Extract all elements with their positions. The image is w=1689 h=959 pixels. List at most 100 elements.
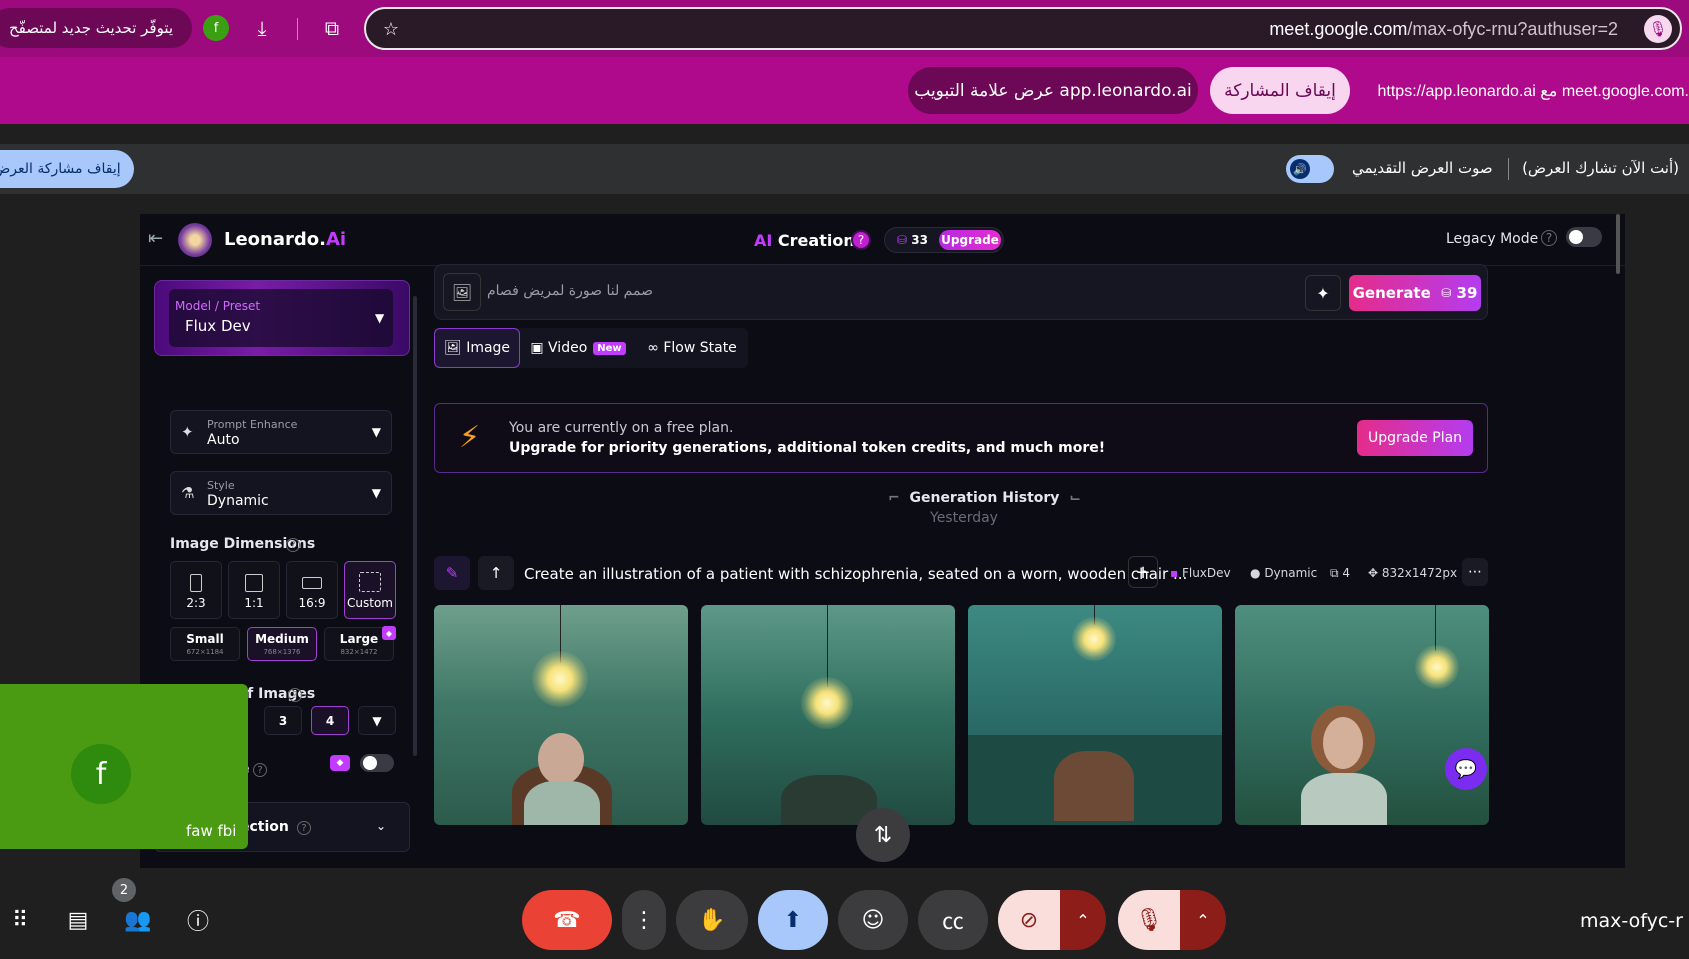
generation-tabs: 🖼 Image ▣ Video New ∞ Flow State [434,328,748,368]
tab-image[interactable]: 🖼 Image [434,328,520,368]
help-icon[interactable]: ? [288,688,302,702]
lightbulb [532,651,588,707]
camera-off-icon[interactable]: ⊘ [998,890,1060,950]
people-icon[interactable]: 👥 [122,904,154,936]
image-upload-icon[interactable]: 🖼 [443,273,481,311]
more-options-icon[interactable]: ⋮ [622,890,666,950]
figure-head [538,733,584,785]
prompt-input[interactable]: صمم لنا صورة لمريض فصام [487,283,653,299]
private-mode-toggle[interactable] [360,754,394,772]
upgrade-plan-button[interactable]: Upgrade Plan [1357,420,1473,456]
presenting-strip: إيقاف مشاركة العرض 🔊 صوت العرض التقديمي … [0,144,1689,194]
address-bar[interactable]: ☆ meet.google.com/max-ofyc-rnu?authuser=… [364,7,1682,50]
app-scrollbar[interactable] [1616,214,1620,274]
size-medium-button[interactable]: Medium 768×1376 [247,627,317,661]
prompt-enhance-dropdown[interactable]: ✦ Prompt Enhance Auto ▼ [170,410,392,454]
legacy-help-icon[interactable]: ? [1541,230,1557,246]
present-screen-button[interactable]: ⬆ [758,890,828,950]
update-text: يتوفّر تحديث جديد لمتصفّح [8,19,174,37]
magic-wand-icon[interactable]: ✎ [434,556,470,590]
captions-icon[interactable]: ㏄ [918,890,988,950]
lightning-bolt-icon: ⚡ [459,420,481,455]
app-header: ⇤ Leonardo.Ai AI Creation ? ⛁ 33 Upgrade… [140,214,1625,266]
generated-image-1[interactable] [434,605,688,825]
ratio-2-3-button[interactable]: 2:3 [170,561,222,619]
extensions-icon[interactable]: ⧉ [318,14,346,42]
images-icon: ⧉ [1330,566,1339,580]
mic-off-icon[interactable]: 🎙 [1118,890,1180,950]
chevron-down-icon: ⌄ [376,819,387,833]
end-call-button[interactable]: ☎ [522,890,612,950]
sidebar-scrollbar[interactable] [413,296,417,756]
update-chip[interactable]: يتوفّر تحديث جديد لمتصفّح [0,8,192,48]
generation-prompt: Create an illustration of a patient with… [524,565,1188,583]
collapse-sidebar-icon[interactable]: ⇤ [148,228,163,249]
self-video-tile[interactable]: f faw fbi [0,684,248,849]
emoji-reaction-icon[interactable]: ☺ [838,890,908,950]
figure-body [524,781,600,825]
generated-image-3[interactable] [968,605,1222,825]
move-icon: ✥ [1368,566,1379,580]
generation-count: ⧉ 4 [1330,566,1351,580]
prompt-bar: 🖼 صمم لنا صورة لمريض فصام ✦ Generate ⛁ 3… [434,264,1488,320]
ratio-1-1-button[interactable]: 1:1 [228,561,280,619]
stop-sharing-button[interactable]: إيقاف المشاركة [1210,67,1350,114]
size-small-button[interactable]: Small 672×1184 [170,627,240,661]
show-shared-tab-button[interactable]: عرض علامة التبويب app.leonardo.ai [908,67,1198,114]
download-icon[interactable]: ⤓ [248,14,276,42]
num-images-more-dropdown[interactable]: ▼ [358,706,396,735]
tab-flow-state[interactable]: ∞ Flow State [636,328,748,368]
style-label: Style [207,479,235,492]
style-dropdown[interactable]: ⚗ Style Dynamic ▼ [170,471,392,515]
figure-body [1301,773,1387,825]
voice-search-icon[interactable]: 🎙 [1644,15,1672,43]
legacy-mode-toggle[interactable] [1566,227,1602,247]
participant-count-badge: 2 [112,878,136,902]
brand-name: Leonardo.Ai [224,229,347,250]
upgrade-button[interactable]: Upgrade [939,230,1001,250]
generated-image-2[interactable] [701,605,955,825]
generate-button[interactable]: Generate ⛁ 39 [1349,275,1481,311]
browser-toolbar: يتوفّر تحديث جديد لمتصفّح f ⤓ ⧉ ☆ meet.g… [0,0,1689,57]
raise-hand-icon[interactable]: ✋ [676,890,748,950]
drop-icon: ● [1250,566,1261,580]
bookmark-star-icon[interactable]: ☆ [380,18,402,40]
num-images-3-button[interactable]: 3 [264,706,302,735]
chat-support-icon[interactable]: 💬 [1445,748,1487,790]
new-badge: New [593,341,626,355]
help-icon[interactable]: ? [851,230,871,250]
url-text: meet.google.com/max-ofyc-rnu?authuser=2 [1269,19,1618,39]
chat-icon[interactable]: ▤ [62,904,94,936]
ratio-custom-button[interactable]: Custom [344,561,396,619]
infinity-icon: ∞ [647,340,659,356]
size-large-button[interactable]: Large 832×1472 ◆ [324,626,396,661]
tab-video[interactable]: ▣ Video New [520,328,636,368]
info-icon[interactable]: ⓘ [182,904,214,936]
presentation-audio-label: صوت العرض التقديمي [1352,159,1493,177]
more-options-icon[interactable]: ⋯ [1462,558,1488,586]
generated-image-4[interactable] [1235,605,1489,825]
help-icon[interactable]: ? [286,538,300,552]
swap-position-icon[interactable]: ⇅ [856,808,910,862]
plus-icon[interactable]: + [1128,556,1158,588]
avatar: f [71,744,131,804]
camera-options-chevron-icon[interactable]: ⌃ [1060,890,1106,950]
help-icon[interactable]: ? [253,763,267,777]
presentation-audio-toggle[interactable]: 🔊 [1286,155,1334,183]
chevron-down-icon: ▼ [372,713,382,728]
arrow-up-icon[interactable]: ↑ [478,556,514,590]
help-icon[interactable]: ? [297,821,311,835]
model-preset-card[interactable]: Model / Preset Flux Dev ▼ [154,280,410,356]
free-plan-banner: ⚡ You are currently on a free plan. Upgr… [434,403,1488,473]
ratio-16-9-button[interactable]: 16:9 [286,561,338,619]
shared-screen: ⇤ Leonardo.Ai AI Creation ? ⛁ 33 Upgrade… [140,214,1625,868]
profile-avatar[interactable]: f [203,15,229,41]
participant-name: faw fbi [186,822,237,840]
stop-presenting-button[interactable]: إيقاف مشاركة العرض [0,150,134,188]
num-images-4-button[interactable]: 4 [311,706,349,735]
activities-grid-icon[interactable]: ⠿ [4,904,36,936]
tab-share-bar: عرض علامة التبويب app.leonardo.ai إيقاف … [0,57,1689,124]
generation-row-header: ✎ ↑ Create an illustration of a patient … [434,554,1488,594]
prompt-improve-icon[interactable]: ✦ [1305,275,1341,311]
mic-options-chevron-icon[interactable]: ⌃ [1180,890,1226,950]
